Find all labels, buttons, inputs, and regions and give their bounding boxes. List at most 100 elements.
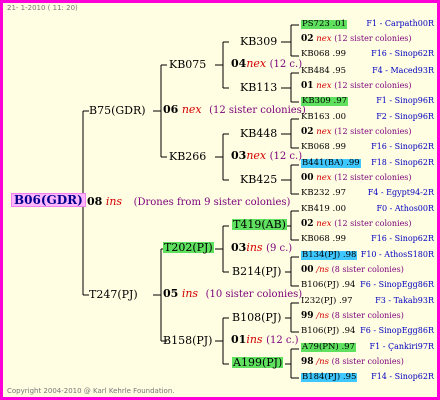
- gen4-node: KB163 .00: [301, 112, 347, 122]
- gen4-num: 02: [301, 219, 314, 229]
- root-drone-info: 08 ins (Drones from 9 sister colonies): [87, 196, 290, 208]
- gen4-num: 00: [301, 265, 314, 275]
- gen4-ins: nex: [316, 81, 332, 91]
- gen4-origin: F10 - AthosS180R: [360, 250, 434, 259]
- gen2-node-4: B158(PJ): [163, 334, 213, 347]
- gen2-ins: ins: [246, 241, 263, 254]
- gen4-node: B106(PJ) .94: [301, 326, 356, 336]
- gen4-node: KB484 .95: [301, 66, 347, 76]
- date-stamp: 21- 1-2010 ( 11: 20): [7, 4, 78, 12]
- gen3-node-3: KB448: [240, 127, 278, 140]
- gen4-ins: nex: [316, 127, 332, 137]
- gen2-node-1: KB075: [169, 58, 207, 71]
- gen1-num: 05: [163, 287, 179, 300]
- gen1-num: 06: [163, 103, 179, 116]
- gen3-node-1: KB309: [240, 35, 278, 48]
- gen4-ins: nex: [316, 219, 332, 229]
- gen4-node: KB309 .97: [301, 96, 349, 106]
- gen2-sis: (12 c.): [269, 59, 303, 70]
- gen4-node: B134(PJ) .98: [301, 250, 358, 260]
- gen4-sis: (8 sister colonies): [331, 357, 404, 366]
- gen4-origin: F1 - Sinop96R: [376, 96, 434, 105]
- gen3-node-7: B108(PJ): [232, 311, 282, 324]
- gen4-origin: F16 - Sinop62R: [371, 49, 434, 58]
- gen2-num: 03: [231, 149, 247, 162]
- gen4-ins: /ns: [316, 357, 329, 367]
- gen2-sis: (12 c.): [266, 335, 299, 346]
- gen4-node: A79(PN) .97: [301, 342, 356, 352]
- gen4-num: 99: [301, 311, 314, 321]
- gen4-node: B106(PJ) .94: [301, 280, 356, 290]
- root-ins: ins: [105, 195, 123, 208]
- gen4-num: 01: [301, 81, 314, 91]
- gen2-info-3: 03ins (9 c.): [231, 242, 292, 254]
- gen4-sis: (12 sister colonies): [334, 219, 412, 228]
- gen2-num: 04: [231, 57, 247, 70]
- gen4-sis: (12 sister colonies): [334, 81, 412, 90]
- gen1-node-2: T247(PJ): [89, 288, 138, 301]
- gen4-origin: F6 - SinopEgg86R: [360, 280, 434, 289]
- gen4-sis: (8 sister colonies): [331, 311, 404, 320]
- gen1-ins: nex: [181, 103, 202, 116]
- gen4-node: I232(PJ) .97: [301, 296, 353, 306]
- gen4-drone-info: 00 /ns (8 sister colonies): [301, 266, 404, 275]
- gen2-node-3: T202(PJ): [163, 241, 214, 254]
- gen4-origin: F18 - Sinop62R: [371, 158, 434, 167]
- gen4-node: KB419 .00: [301, 204, 347, 214]
- gen1-sis: (12 sister colonies): [209, 105, 306, 116]
- gen4-num: 02: [301, 127, 314, 137]
- gen3-node-5: T419(AB): [232, 218, 287, 231]
- gen2-info-2: 03nex (12 c.): [231, 150, 302, 162]
- gen3-node-4: KB425: [240, 173, 278, 186]
- gen4-drone-info: 01 nex (12 sister colonies): [301, 82, 412, 91]
- gen4-origin: F3 - Takab93R: [375, 296, 434, 305]
- gen4-node: B184(PJ) .95: [301, 372, 358, 382]
- gen1-ins: ins: [181, 287, 199, 300]
- pedigree-chart: 21- 1-2010 ( 11: 20) B06(GDR) 08 ins (Dr…: [0, 0, 440, 400]
- gen4-ins: nex: [316, 34, 332, 44]
- gen4-num: 02: [301, 34, 314, 44]
- gen4-origin: F14 - Sinop62R: [371, 372, 434, 381]
- gen4-drone-info: 99 /ns (8 sister colonies): [301, 312, 404, 321]
- gen4-sis: (12 sister colonies): [334, 127, 412, 136]
- gen3-node-6: B214(PJ): [232, 265, 282, 278]
- gen4-ins: /ns: [316, 311, 329, 321]
- gen4-origin: F16 - Sinop62R: [371, 234, 434, 243]
- gen4-origin: F16 - Sinop62R: [371, 142, 434, 151]
- gen2-ins: nex: [246, 57, 267, 70]
- gen3-node-2: KB113: [240, 81, 278, 94]
- gen2-ins: nex: [246, 149, 267, 162]
- gen4-origin: F4 - Egypt94-2R: [367, 188, 434, 197]
- gen2-node-2: KB266: [169, 150, 207, 163]
- gen4-node: KB068 .99: [301, 142, 347, 152]
- gen4-node: KB232 .97: [301, 188, 347, 198]
- copyright: Copyright 2004-2010 @ Karl Kehrle Founda…: [7, 387, 175, 395]
- gen4-node: KB068 .99: [301, 234, 347, 244]
- gen4-drone-info: 98 /ns (8 sister colonies): [301, 358, 404, 367]
- gen4-drone-info: 02 nex (12 sister colonies): [301, 35, 412, 44]
- gen2-info-1: 04nex (12 c.): [231, 58, 302, 70]
- gen2-info-4: 01ins (12 c.): [231, 334, 299, 346]
- gen4-sis: (12 sister colonies): [334, 173, 412, 182]
- root-num: 08: [87, 195, 103, 208]
- gen4-sis: (8 sister colonies): [331, 265, 404, 274]
- gen4-sis: (12 sister colonies): [334, 34, 412, 43]
- gen4-drone-info: 02 nex (12 sister colonies): [301, 128, 412, 137]
- gen4-num: 00: [301, 173, 314, 183]
- gen4-node: PS723 .01: [301, 19, 347, 29]
- gen4-origin: F1 - Çankiri97R: [369, 342, 434, 351]
- gen1-info-2: 05 ins (10 sister colonies): [163, 288, 302, 300]
- gen4-num: 98: [301, 357, 314, 367]
- gen4-origin: F4 - Maced93R: [372, 66, 434, 75]
- root-node: B06(GDR): [11, 193, 86, 207]
- gen4-drone-info: 02 nex (12 sister colonies): [301, 220, 412, 229]
- gen4-node: KB068 .99: [301, 49, 347, 59]
- gen2-num: 01: [231, 333, 247, 346]
- gen3-node-8: A199(PJ): [232, 356, 284, 369]
- gen2-sis: (9 c.): [266, 243, 293, 254]
- gen1-sis: (10 sister colonies): [205, 289, 303, 300]
- gen4-drone-info: 00 nex (12 sister colonies): [301, 174, 412, 183]
- gen4-node: B441(BA) .99: [301, 158, 361, 168]
- gen4-ins: /ns: [316, 265, 329, 275]
- gen2-num: 03: [231, 241, 247, 254]
